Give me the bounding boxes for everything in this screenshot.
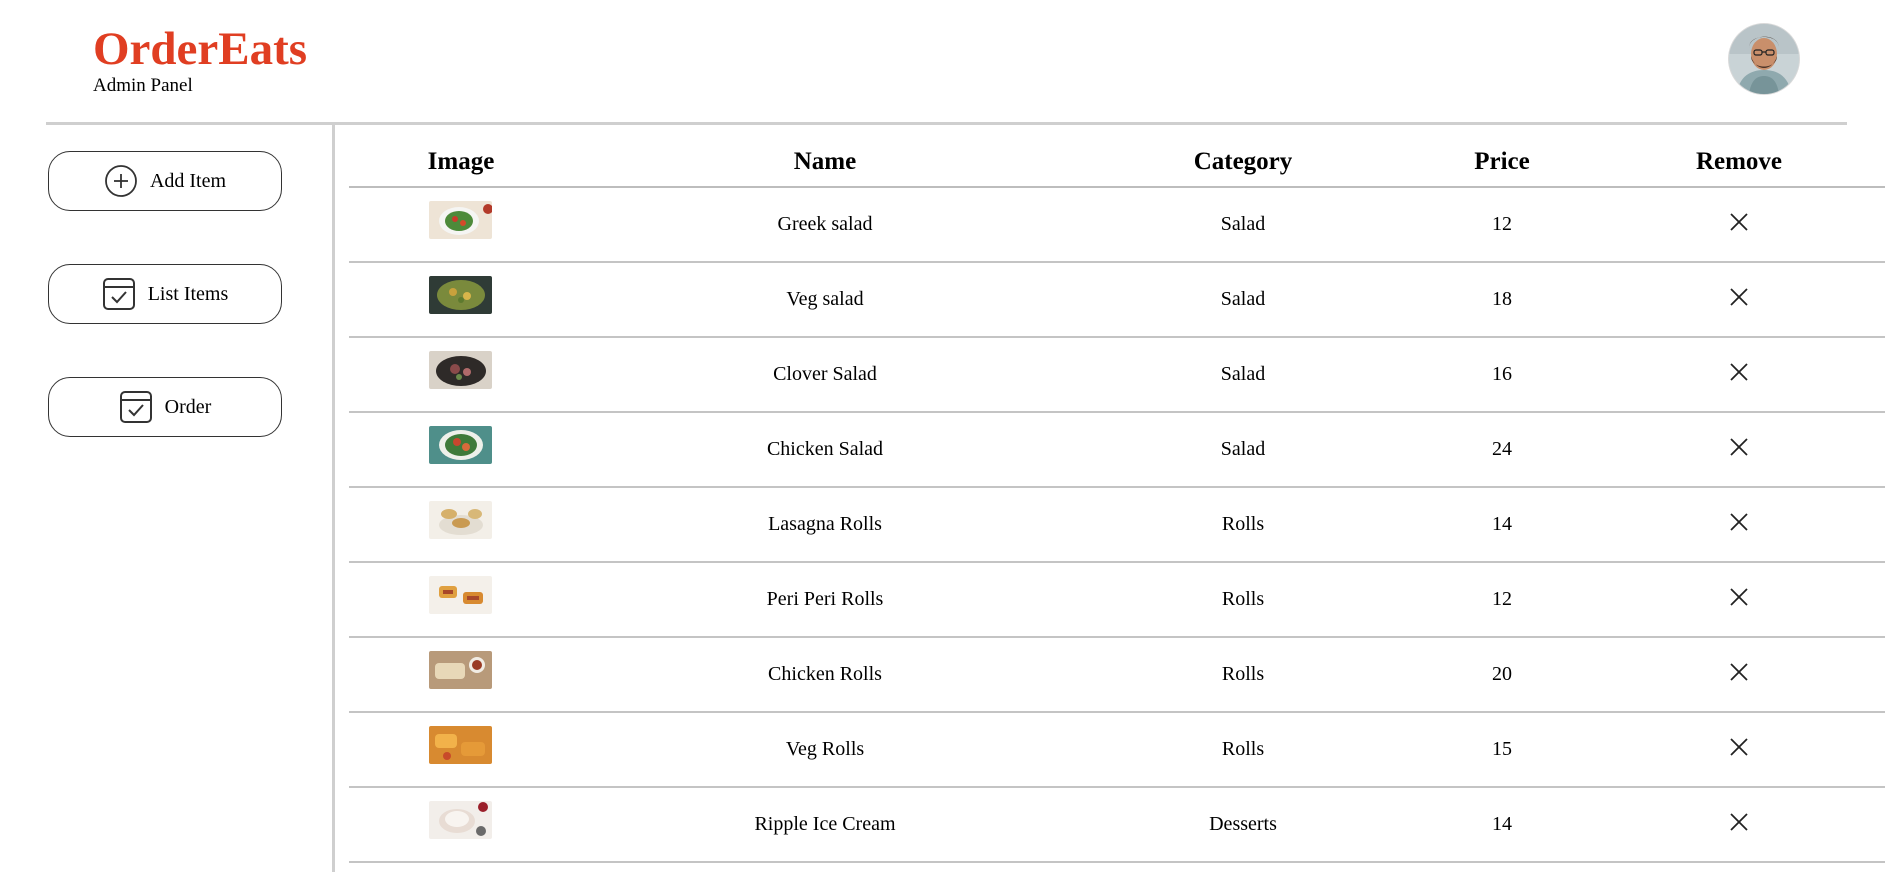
table-header: Image Name Category Price Remove [349,130,1885,188]
item-price: 12 [1492,588,1512,610]
items-table: Image Name Category Price Remove Greek s… [349,130,1885,863]
admin-page: OrderEats Admin Panel Add Item List Item… [0,0,1885,872]
close-icon[interactable] [1727,660,1751,684]
food-thumbnail [429,351,492,389]
brand-title: OrderEats [93,23,308,75]
top-header: OrderEats Admin Panel [0,0,1885,125]
item-category: Rolls [1221,663,1265,685]
sidebar-divider [332,124,335,872]
item-category: Rolls [1221,588,1265,610]
close-icon[interactable] [1727,210,1751,234]
sidebar-item-label: Add Item [149,169,227,192]
sidebar-item-order[interactable]: Order [48,377,282,437]
item-category: Salad [1220,213,1266,235]
item-name: Greek salad [777,213,873,235]
header-divider [46,122,1847,125]
close-icon[interactable] [1727,585,1751,609]
item-category: Salad [1220,438,1266,460]
item-price: 15 [1492,738,1512,760]
item-category: Rolls [1221,738,1265,760]
table-row: Greek salad Salad 12 [349,188,1885,263]
item-price: 20 [1492,663,1512,685]
item-name: Chicken Salad [766,438,884,460]
plus-circle-icon [104,164,138,198]
food-thumbnail [429,651,492,689]
food-thumbnail [429,801,492,839]
food-thumbnail [429,726,492,764]
column-header-remove: Remove [1695,148,1783,175]
sidebar-item-list-items[interactable]: List Items [48,264,282,324]
close-icon[interactable] [1727,360,1751,384]
item-price: 12 [1492,213,1512,235]
item-name: Chicken Rolls [768,663,882,685]
item-category: Salad [1220,288,1266,310]
close-icon[interactable] [1727,435,1751,459]
column-header-image: Image [427,148,495,175]
item-price: 14 [1492,813,1512,835]
close-icon[interactable] [1727,810,1751,834]
item-price: 18 [1492,288,1512,310]
brand-subtitle: Admin Panel [93,75,193,96]
item-name: Lasagna Rolls [768,513,882,535]
item-name: Clover Salad [773,363,877,385]
item-category: Salad [1220,363,1266,385]
food-thumbnail [429,501,492,539]
column-header-name: Name [793,148,857,175]
item-name: Ripple Ice Cream [754,813,896,835]
item-price: 24 [1492,438,1512,460]
table-row: Lasagna Rolls Rolls 14 [349,488,1885,563]
item-name: Veg Rolls [785,738,865,760]
checklist-icon [119,390,153,424]
food-thumbnail [429,276,492,314]
table-row: Chicken Rolls Rolls 20 [349,638,1885,713]
sidebar-item-add-item[interactable]: Add Item [48,151,282,211]
checklist-icon [102,277,136,311]
item-category: Desserts [1209,813,1277,835]
column-header-category: Category [1193,148,1293,175]
close-icon[interactable] [1727,735,1751,759]
food-thumbnail [429,576,492,614]
table-row: Clover Salad Salad 16 [349,338,1885,413]
close-icon[interactable] [1727,510,1751,534]
item-category: Rolls [1221,513,1265,535]
item-name: Peri Peri Rolls [766,588,884,610]
table-row: Peri Peri Rolls Rolls 12 [349,563,1885,638]
avatar-image [1729,24,1799,94]
table-row: Ripple Ice Cream Desserts 14 [349,788,1885,863]
sidebar-item-label: List Items [147,282,229,305]
brand[interactable]: OrderEats Admin Panel [93,24,307,96]
user-avatar[interactable] [1729,24,1799,94]
sidebar-item-label: Order [164,395,212,418]
table-row: Veg salad Salad 18 [349,263,1885,338]
item-price: 16 [1492,363,1512,385]
item-price: 14 [1492,513,1512,535]
table-row: Chicken Salad Salad 24 [349,413,1885,488]
close-icon[interactable] [1727,285,1751,309]
column-header-price: Price [1474,148,1530,175]
item-name: Veg salad [786,288,864,310]
food-thumbnail [429,426,492,464]
food-thumbnail [429,201,492,239]
table-row: Veg Rolls Rolls 15 [349,713,1885,788]
